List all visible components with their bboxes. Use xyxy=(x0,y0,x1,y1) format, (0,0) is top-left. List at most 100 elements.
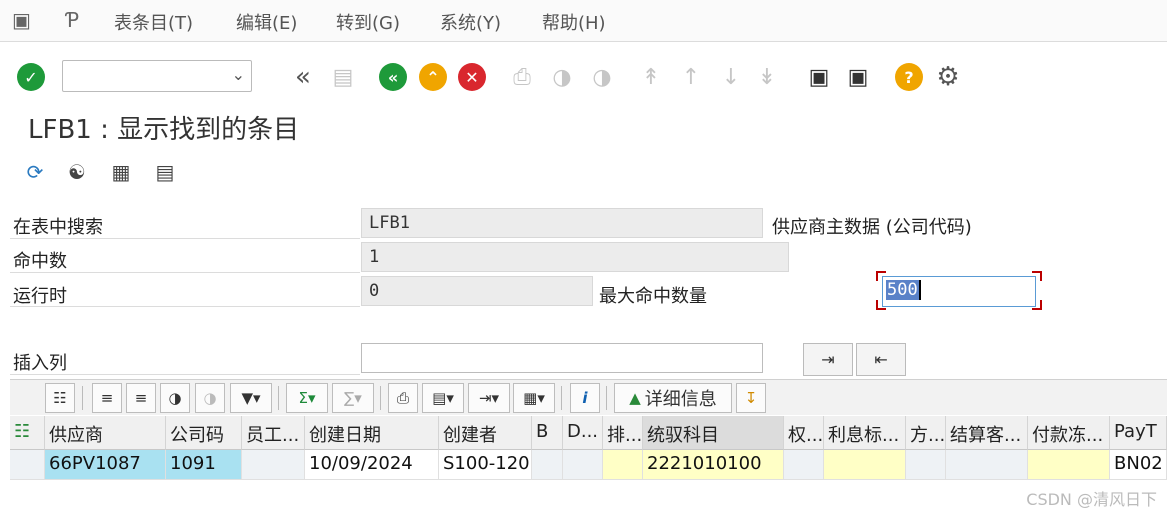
puzzle-icon[interactable]: ▦ xyxy=(106,157,136,187)
menu-bar: ▣ Ƥ 表条目(T) 编辑(E) 转到(G) 系统(Y) 帮助(H) xyxy=(0,0,1167,42)
table-cell[interactable] xyxy=(532,450,563,480)
command-field[interactable]: ⌄ xyxy=(62,60,252,92)
print-icon: ⎙ xyxy=(513,64,531,90)
column-header[interactable]: 创建者 xyxy=(439,416,532,450)
table-cell[interactable] xyxy=(603,450,643,480)
column-header[interactable]: PayT xyxy=(1110,416,1167,450)
refresh-icon[interactable]: ⟳ xyxy=(20,157,50,187)
table-cell[interactable] xyxy=(824,450,906,480)
table-cell[interactable]: S100-120 xyxy=(439,450,532,480)
column-header[interactable]: 员工... xyxy=(242,416,305,450)
insert-column-input[interactable] xyxy=(361,343,763,373)
sort-ascending-icon[interactable]: ≡ xyxy=(92,383,122,413)
table-cell[interactable] xyxy=(1028,450,1110,480)
first-page-icon: ↟ xyxy=(641,64,661,90)
divider xyxy=(10,306,360,307)
column-header[interactable]: 公司码 xyxy=(166,416,242,450)
column-header[interactable]: 排... xyxy=(603,416,643,450)
watermark: CSDN @清风日下 xyxy=(1026,490,1157,509)
enter-check-icon[interactable]: ✓ xyxy=(16,62,46,92)
detail-view-icon[interactable]: ☷ xyxy=(45,383,75,413)
text-cursor xyxy=(918,280,921,300)
column-header[interactable]: 结算客... xyxy=(946,416,1028,450)
column-header[interactable]: D... xyxy=(563,416,603,450)
mountain-icon: ▲ xyxy=(629,389,641,407)
column-header[interactable]: 付款冻... xyxy=(1028,416,1110,450)
cancel-icon[interactable]: ✕ xyxy=(457,62,487,92)
table-cell[interactable]: BN02 xyxy=(1110,450,1167,480)
previous-page-icon: ↑ xyxy=(681,64,701,90)
table-cell[interactable]: 66PV1087 xyxy=(45,450,166,480)
search-in-table-field: LFB1 xyxy=(361,208,763,238)
runtime-label: 运行时 xyxy=(13,286,67,307)
column-header[interactable]: 供应商 xyxy=(45,416,166,450)
row-selector[interactable] xyxy=(10,450,45,480)
fields-icon[interactable]: ☯ xyxy=(62,157,92,187)
max-hits-value: 500 xyxy=(886,280,919,300)
divider xyxy=(10,374,360,375)
separator xyxy=(380,386,381,410)
column-header[interactable]: B xyxy=(532,416,563,450)
new-session-icon[interactable]: ▣ xyxy=(804,62,834,92)
exit-menu-icon[interactable]: ▣ xyxy=(12,8,31,32)
shortcut-icon[interactable]: ▣ xyxy=(843,62,873,92)
sum-icon[interactable]: Σ▾ xyxy=(286,383,328,413)
menu-system[interactable]: 系统(Y) xyxy=(440,9,501,35)
double-left-icon[interactable]: « xyxy=(288,62,318,92)
insert-icon: ⇥ xyxy=(821,350,835,369)
details-button-label: 详细信息 xyxy=(644,389,717,410)
table-cell[interactable] xyxy=(242,450,305,480)
print-icon[interactable]: ⎙ xyxy=(388,383,418,413)
table-cell[interactable] xyxy=(563,450,603,480)
export-icon[interactable]: ⇥▾ xyxy=(468,383,510,413)
exit-icon[interactable]: ⌃ xyxy=(418,62,448,92)
gear-icon[interactable]: ⚙ xyxy=(933,62,963,92)
remove-icon: ⇤ xyxy=(874,350,888,369)
menu-table-entry[interactable]: 表条目(T) xyxy=(114,9,193,35)
table-cell[interactable]: 2221010100 xyxy=(643,450,784,480)
sort-descending-icon[interactable]: ≡ xyxy=(126,383,156,413)
table-cell[interactable]: 1091 xyxy=(166,450,242,480)
max-hits-input[interactable]: 500 xyxy=(882,276,1036,307)
menu-edit[interactable]: 编辑(E) xyxy=(236,9,297,35)
filter-icon[interactable]: ▼▾ xyxy=(230,383,272,413)
page-title: LFB1 : 显示找到的条目 xyxy=(28,115,300,145)
table-cell[interactable] xyxy=(906,450,946,480)
table-cell[interactable]: 10/09/2024 xyxy=(305,450,439,480)
menu-help[interactable]: 帮助(H) xyxy=(542,9,606,35)
layout-icon[interactable]: ▦▾ xyxy=(513,383,555,413)
find-next-icon: ◑ xyxy=(592,64,612,90)
column-header[interactable]: 统驭科目 xyxy=(643,416,784,450)
details-button[interactable]: ▲ 详细信息 xyxy=(614,383,732,413)
chevron-down-icon[interactable]: ⌄ xyxy=(232,65,245,84)
view-icon[interactable]: ▤▾ xyxy=(422,383,464,413)
hits-label: 命中数 xyxy=(13,251,67,272)
select-all-icon[interactable]: ☷ xyxy=(10,416,45,450)
find-icon: ◑ xyxy=(552,64,572,90)
help-icon[interactable]: ? xyxy=(894,62,924,92)
column-header[interactable]: 创建日期 xyxy=(305,416,439,450)
sort-marker-icon[interactable]: ↧ xyxy=(736,383,766,413)
hits-field: 1 xyxy=(361,242,789,272)
table-cell[interactable] xyxy=(946,450,1028,480)
table-cell[interactable] xyxy=(784,450,824,480)
divider xyxy=(10,272,360,273)
menu-goto[interactable]: 转到(G) xyxy=(336,9,400,35)
remove-column-button[interactable]: ⇤ xyxy=(856,343,906,376)
search-in-table-label: 在表中搜索 xyxy=(13,217,103,238)
insert-column-button[interactable]: ⇥ xyxy=(803,343,853,376)
separator xyxy=(606,386,607,410)
subtotal-icon: ∑▾ xyxy=(332,383,374,413)
separator xyxy=(82,386,83,410)
runtime-field: 0 xyxy=(361,276,593,306)
column-header[interactable]: 利息标... xyxy=(824,416,906,450)
document-icon[interactable]: ▤ xyxy=(150,157,180,187)
back-icon[interactable]: « xyxy=(378,62,408,92)
find-icon[interactable]: ◑ xyxy=(160,383,190,413)
column-header[interactable]: 权... xyxy=(784,416,824,450)
find-next-icon: ◑ xyxy=(195,383,225,413)
column-header[interactable]: 方... xyxy=(906,416,946,450)
p-logo-icon[interactable]: Ƥ xyxy=(66,8,79,32)
next-page-icon: ↓ xyxy=(721,64,741,90)
info-icon[interactable]: i xyxy=(570,383,600,413)
